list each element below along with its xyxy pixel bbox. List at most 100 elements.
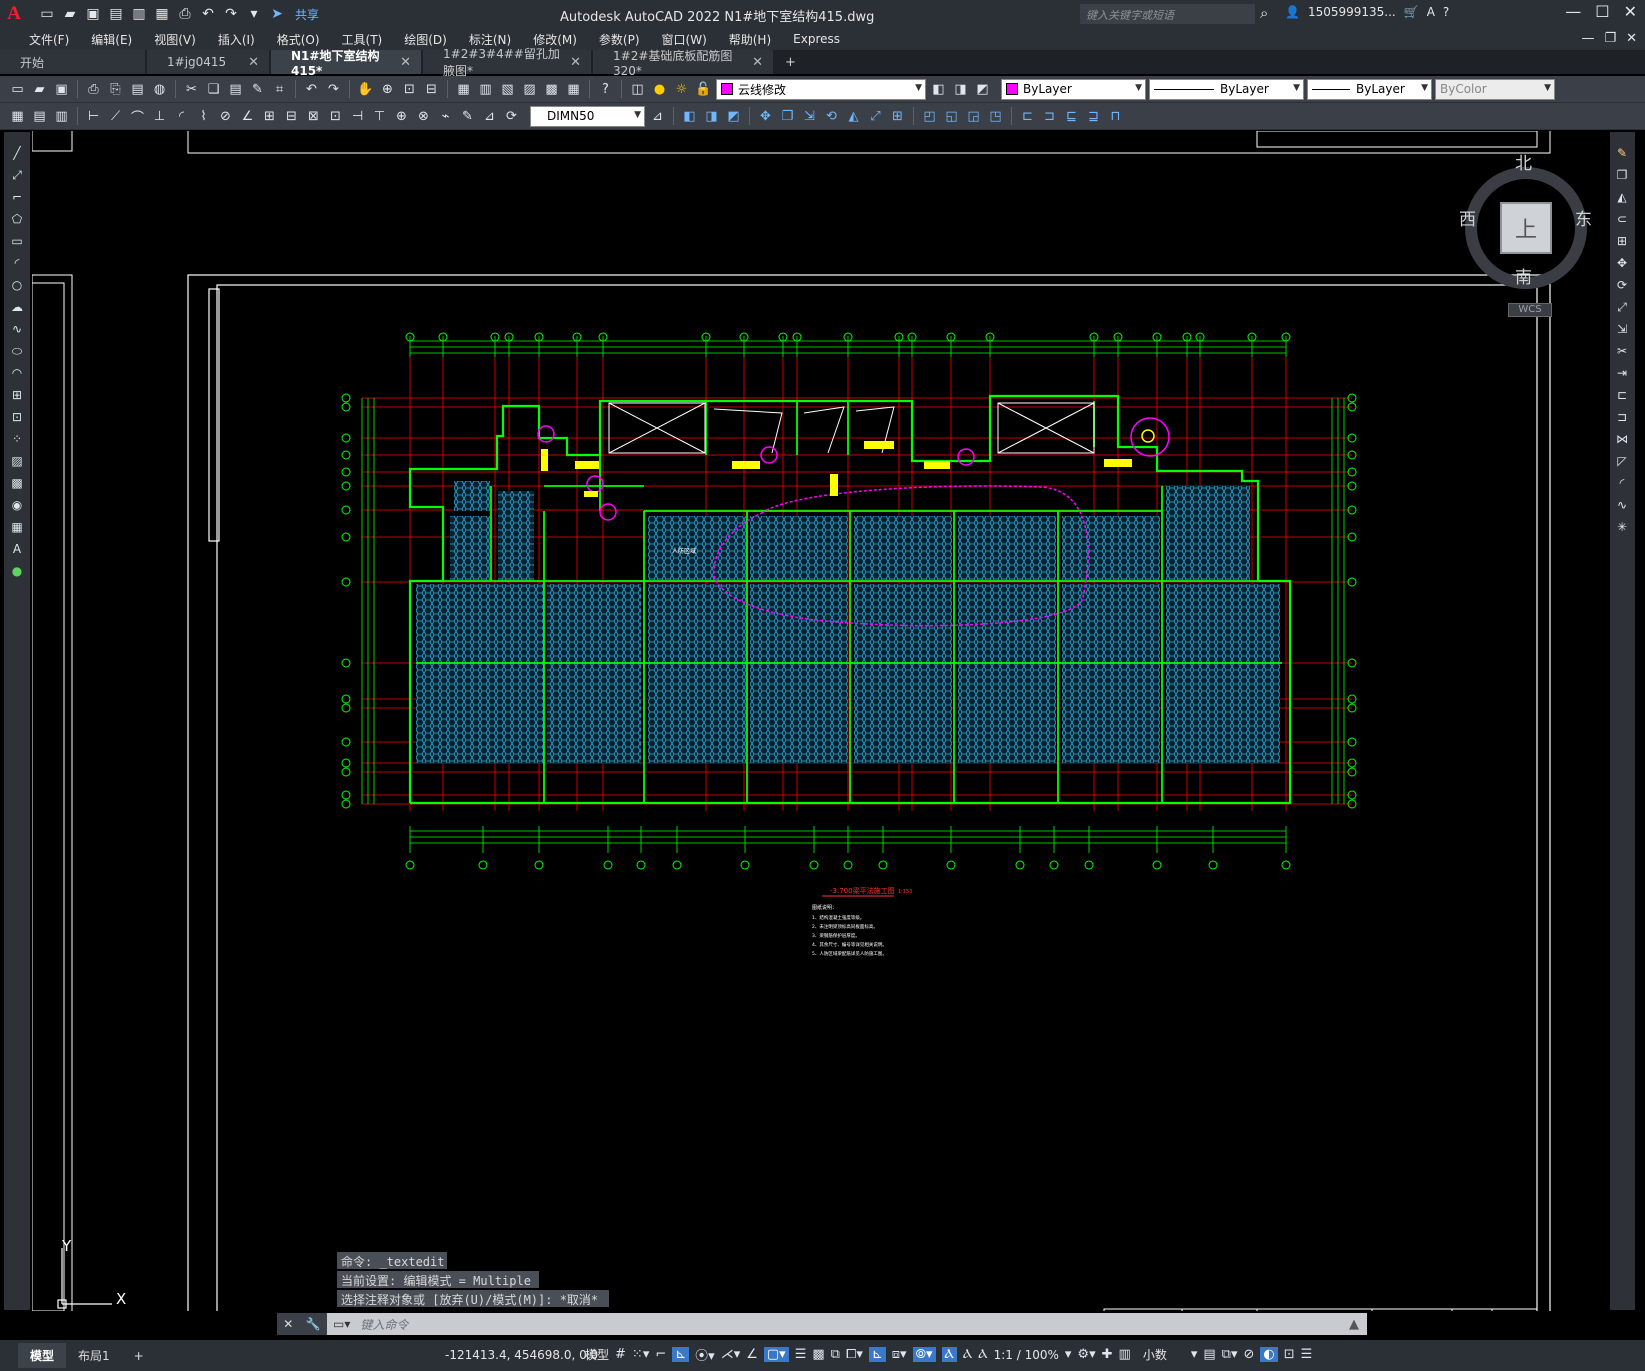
extend-icon[interactable]: ⇥ [1613,364,1631,382]
object-snap-tracking-icon[interactable]: ∠ [746,1347,758,1362]
sheet-set-icon[interactable]: ▨ [520,80,539,99]
units-dropdown[interactable]: 小数 [1143,1346,1167,1363]
wcs-menu[interactable]: WCS [1508,303,1552,317]
baseline-dim-icon[interactable]: ⊟ [282,107,301,126]
view-bottom-icon[interactable]: ◱ [942,107,961,126]
table-icon[interactable]: ▦ [8,107,27,126]
ucs-world-icon[interactable]: ⊐ [1040,107,1059,126]
tab-layout1[interactable]: 布局1 [66,1343,122,1368]
layer-previous-icon[interactable]: ◨ [951,80,970,99]
command-recent-icon[interactable]: ▭▾ [333,1317,350,1331]
menu-insert[interactable]: 插入(I) [207,31,266,48]
angular-dim-icon[interactable]: ∠ [238,107,257,126]
copy-icon[interactable]: ❐ [1613,166,1631,184]
menu-format[interactable]: 格式(O) [266,31,331,48]
copy-icon[interactable]: ❏ [204,80,223,99]
ellipse-arc-icon[interactable]: ◠ [8,364,26,382]
help-icon[interactable]: ? [1443,5,1449,19]
arc-length-dim-icon[interactable]: ⌒ [128,107,147,126]
stretch-icon[interactable]: ⇲ [1613,320,1631,338]
lineweight-dropdown[interactable]: ByLayer ▼ [1307,78,1432,100]
compass-west[interactable]: 西 [1459,205,1476,230]
calculator-icon[interactable]: ▦ [564,80,583,99]
quick-properties-icon[interactable]: ▤ [1203,1347,1215,1362]
object-snap-icon[interactable]: ▢▾ [763,1347,789,1362]
make-current-layer-icon[interactable]: ◧ [929,80,948,99]
scale-icon[interactable]: ⤢ [1613,298,1631,316]
drawing-minimize-button[interactable]: — [1581,31,1594,46]
join-icon[interactable]: ⋈ [1613,430,1631,448]
markup-icon[interactable]: ▩ [542,80,561,99]
tool-palettes-icon[interactable]: ▧ [498,80,517,99]
ucs-face-icon[interactable]: ⊒ [1084,107,1103,126]
make-block-icon[interactable]: ⊡ [8,408,26,426]
view-front-icon[interactable]: ◧ [680,107,699,126]
insert-block-icon[interactable]: ⊞ [8,386,26,404]
tab-hole-haunch[interactable]: 1#2#3#4##留孔加腋图* ✕ [423,47,591,78]
modify-move-icon[interactable]: ✥ [756,107,775,126]
view-se-icon[interactable]: ◳ [986,107,1005,126]
layer-on-icon[interactable]: ● [650,80,669,99]
jogged-dim-icon[interactable]: ⌇ [194,107,213,126]
modify-mirror-icon[interactable]: ◭ [844,107,863,126]
tolerance-icon[interactable]: ⊤ [370,107,389,126]
grid-icon[interactable]: # [615,1347,626,1362]
help-icon[interactable]: ? [596,80,615,99]
zoom-window-icon[interactable]: ⊡ [400,80,419,99]
modify-rotate-icon[interactable]: ⟲ [822,107,841,126]
zoom-realtime-icon[interactable]: ⊕ [378,80,397,99]
view-top-icon[interactable]: ◰ [920,107,939,126]
tab-n1-basement[interactable]: N1#地下室结构415* ✕ [271,49,421,78]
rectangle-icon[interactable]: ▭ [8,232,26,250]
drawing-close-button[interactable]: ✕ [1626,31,1637,46]
search-input[interactable]: 键入关键字或短语 [1080,4,1255,24]
view-iso-icon[interactable]: ◲ [964,107,983,126]
ucs-icon[interactable]: ⊏ [1018,107,1037,126]
close-command-line-icon[interactable]: ✕ [283,1317,293,1331]
tab-jg0415[interactable]: 1#jg0415 ✕ [147,50,269,74]
modify-array-icon[interactable]: ⊞ [888,107,907,126]
gizmo-icon[interactable]: ⦾▾ [912,1347,936,1362]
redo-icon[interactable]: ↷ [324,80,343,99]
design-center-icon[interactable]: ▥ [476,80,495,99]
radius-dim-icon[interactable]: ◜ [172,107,191,126]
polar-tracking-icon[interactable]: ⦿▾ [695,1345,715,1364]
menu-view[interactable]: 视图(V) [143,31,207,48]
mtext-icon[interactable]: A [8,540,26,558]
viewcube-top-face[interactable]: 上 [1500,202,1552,254]
isolate-objects-icon[interactable]: ⊘ [1243,1347,1254,1362]
fillet-icon[interactable]: ◜ [1613,474,1631,492]
selection-filter-icon[interactable]: ⧈▾ [892,1347,907,1362]
chevron-down-icon[interactable]: ▾ [1065,1347,1072,1362]
customize-dropdown-icon[interactable]: ▾ [245,5,263,23]
user-account[interactable]: 👤 1505999135... 🛒 A ? [1285,5,1449,19]
layer-freeze-icon[interactable]: ☼ [672,80,691,99]
center-mark-icon[interactable]: ⊕ [392,107,411,126]
circle-icon[interactable]: ○ [8,276,26,294]
table-icon[interactable]: ▦ [8,518,26,536]
block-editor-icon[interactable]: ⌗ [270,80,289,99]
plot-icon[interactable]: ⎙ [176,5,194,23]
lineweight-icon[interactable]: ☰ [795,1347,807,1362]
annotation-scale-icon[interactable]: Ⲁ [978,1347,987,1362]
modify-stretch-icon[interactable]: ⇲ [800,107,819,126]
annotation-scale-dropdown[interactable]: 1:1 / 100% [994,1348,1059,1362]
cut-icon[interactable]: ✂ [182,80,201,99]
layer-lock-icon[interactable]: 🔓 [694,80,713,99]
compass-east[interactable]: 东 [1575,205,1592,230]
match-properties-icon[interactable]: ✎ [248,80,267,99]
explode-icon[interactable]: ✳ [1613,518,1631,536]
maximize-button[interactable]: ☐ [1595,2,1609,21]
chamfer-icon[interactable]: ◸ [1613,452,1631,470]
new-file-icon[interactable]: ▭ [38,5,56,23]
tab-model[interactable]: 模型 [18,1343,67,1368]
command-line[interactable]: ✕ 🔧 ▭▾ 键入命令 ▲ [277,1313,1367,1335]
close-tab-icon[interactable]: ✕ [400,55,411,70]
point-icon[interactable]: ⁘ [8,430,26,448]
open-icon[interactable]: ▰ [30,80,49,99]
menu-tools[interactable]: 工具(T) [331,31,394,48]
ucs-previous-icon[interactable]: ⊑ [1062,107,1081,126]
autocad-logo-icon[interactable]: A [0,0,28,28]
diameter-dim-icon[interactable]: ⊘ [216,107,235,126]
dim-edit-icon[interactable]: ✎ [458,107,477,126]
